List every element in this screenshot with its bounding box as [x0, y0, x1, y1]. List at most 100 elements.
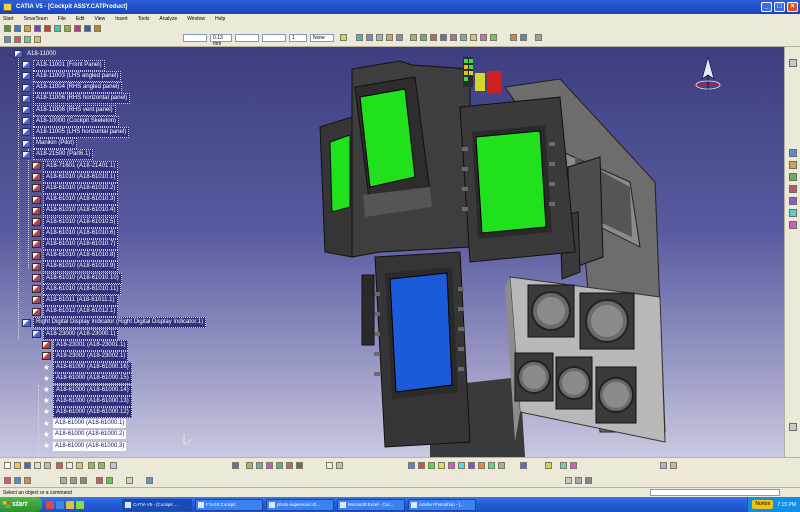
material-icon[interactable] [560, 462, 567, 469]
paste-icon[interactable] [76, 462, 83, 469]
tree-node[interactable]: ★ A18-61000 (A18-61000.15) [42, 373, 132, 385]
scene-icon[interactable] [789, 423, 797, 431]
ie-icon[interactable] [56, 500, 64, 509]
tree-node[interactable]: A18-10000 (Cockpit Skeleton) [22, 115, 120, 127]
tree-node[interactable]: A18-61010 (A18-61010.4) [32, 205, 119, 217]
smart-move-icon[interactable] [789, 197, 797, 205]
compass-icon[interactable] [690, 55, 726, 93]
publish-icon[interactable] [520, 34, 527, 41]
move-icon[interactable] [4, 25, 11, 32]
section-icon[interactable] [74, 25, 81, 32]
explode-icon[interactable] [54, 25, 61, 32]
right-quick-icon[interactable] [448, 462, 455, 469]
desktop-icon[interactable] [76, 500, 84, 509]
tree-node[interactable]: A18-61010 (A18-61010.9) [32, 261, 119, 273]
tree-node[interactable]: A18-61010 (A18-61010.10) [32, 272, 122, 284]
tree-node[interactable]: ★ A18-61000 (A18-61000.2) [42, 430, 127, 440]
tree-node[interactable]: A18-61010 (A18-61010.3) [32, 194, 119, 206]
render-icon[interactable] [570, 462, 577, 469]
product-icon[interactable] [565, 477, 572, 484]
menu-tools[interactable]: Tools [138, 16, 150, 22]
tree-node[interactable]: A18-61010 (A18-61010.5) [32, 216, 119, 228]
tree-node[interactable]: A18-11005 (LHS horizontal panel) [22, 126, 130, 138]
close-button[interactable]: × [787, 2, 798, 12]
quick-launch-icon[interactable] [46, 500, 54, 509]
zoom-in-icon[interactable] [276, 462, 283, 469]
back-quick-icon[interactable] [428, 462, 435, 469]
constraint-icon[interactable] [420, 34, 427, 41]
menu-start[interactable]: Start [3, 16, 14, 22]
angle-icon[interactable] [490, 34, 497, 41]
fly-mode-icon[interactable] [232, 462, 239, 469]
swap-visible-icon[interactable] [520, 462, 527, 469]
annotation-icon[interactable] [94, 25, 101, 32]
publication-icon[interactable] [146, 477, 153, 484]
menu-window[interactable]: Window [187, 16, 205, 22]
save-icon[interactable] [24, 462, 31, 469]
hide-show-icon[interactable] [396, 34, 403, 41]
tree-node[interactable]: ★ A18-61000 (A18-61000.16) [42, 362, 132, 374]
tree-node[interactable]: A18-23002 (A18-23002.1) [42, 350, 129, 362]
print-icon[interactable] [34, 462, 41, 469]
normal-view-icon[interactable] [296, 462, 303, 469]
replace-icon[interactable] [34, 36, 41, 43]
norton-icon[interactable]: Norton [752, 500, 774, 509]
tree-node[interactable]: A18-61010 (A18-61010.11) [32, 283, 122, 295]
point-style-select[interactable] [262, 34, 286, 42]
update-icon[interactable] [430, 34, 437, 41]
top-quick-icon[interactable] [458, 462, 465, 469]
catalog-icon[interactable] [410, 34, 417, 41]
constraints-icon[interactable] [789, 161, 797, 169]
ambience-icon[interactable] [670, 462, 677, 469]
new-icon[interactable] [4, 462, 11, 469]
existing-component-icon[interactable] [24, 36, 31, 43]
front-view-icon[interactable] [376, 34, 383, 41]
component-icon[interactable] [585, 477, 592, 484]
explode-component-icon[interactable] [789, 209, 797, 217]
redo-icon[interactable] [98, 462, 105, 469]
tree-node[interactable]: A18-11008 (RHS vent panel) [22, 104, 116, 116]
manipulate-icon[interactable] [44, 25, 51, 32]
pan-icon[interactable] [14, 25, 21, 32]
formula-icon[interactable] [326, 462, 333, 469]
task-catia[interactable]: CATIA V5 - [Cockpit ... [122, 498, 192, 511]
lights-icon[interactable] [545, 462, 552, 469]
stop-manipulate-icon[interactable] [789, 221, 797, 229]
move-component-icon[interactable] [789, 173, 797, 181]
rotate-icon[interactable] [24, 25, 31, 32]
tree-node[interactable]: A18-61011 (A18-61011.1) [32, 294, 118, 306]
minimize-button[interactable]: _ [761, 2, 772, 12]
catalog-browser-icon[interactable] [4, 477, 11, 484]
menu-view[interactable]: View [94, 16, 105, 22]
clash-icon[interactable] [64, 25, 71, 32]
tree-node[interactable]: ★ A18-61000 (A18-61000.12) [42, 406, 132, 418]
iso-view-icon[interactable] [366, 34, 373, 41]
front-quick-icon[interactable] [418, 462, 425, 469]
macro-icon[interactable] [535, 34, 542, 41]
task-explorer[interactable]: F:\A18 Cockpit [195, 498, 263, 511]
contact-icon[interactable] [470, 34, 477, 41]
tree-node[interactable]: A18-23000 (A18-23000.1) [32, 328, 119, 340]
tree-node[interactable]: A18-11003 (LHS angled panel) [22, 70, 122, 82]
color-select[interactable] [183, 34, 207, 42]
menu-file[interactable]: File [58, 16, 66, 22]
task-photo[interactable]: photo-supersonic-D... [266, 498, 334, 511]
measure-item-icon[interactable] [70, 477, 77, 484]
fix-icon[interactable] [450, 34, 457, 41]
snap-icon[interactable] [34, 25, 41, 32]
tree-node[interactable]: Right Digital Display Indicator (Right D… [22, 317, 207, 329]
tree-node[interactable]: Manikin (Pilot) [22, 138, 78, 150]
tree-node[interactable]: A18-61010 (A18-61010.6) [32, 227, 119, 239]
tree-node[interactable]: A18-61010 (A18-61010.7) [32, 238, 119, 250]
tree-node[interactable]: A18-61010 (A18-61010.8) [32, 250, 119, 262]
cut-icon[interactable] [56, 462, 63, 469]
zoom-out-icon[interactable] [286, 462, 293, 469]
menu-analyze[interactable]: Analyze [159, 16, 177, 22]
task-photoshop[interactable]: Adobe Photoshop - [... [408, 498, 476, 511]
hide-icon[interactable] [498, 462, 505, 469]
new-component-icon[interactable] [4, 36, 11, 43]
tree-node[interactable]: A18-11001 (Front Panel) [22, 59, 105, 71]
pan-view-icon[interactable] [256, 462, 263, 469]
sectioning-icon[interactable] [106, 477, 113, 484]
undo-icon[interactable] [88, 462, 95, 469]
